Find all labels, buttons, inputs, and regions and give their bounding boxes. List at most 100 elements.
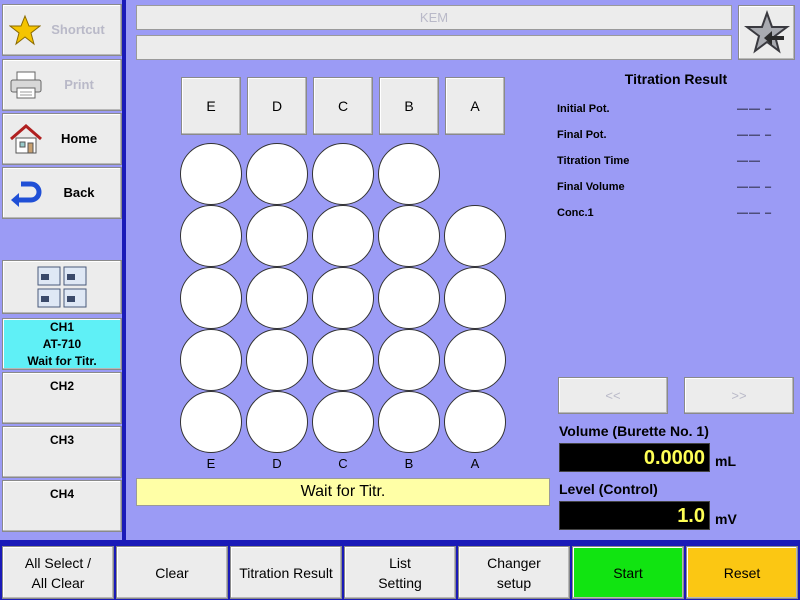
favorite-button[interactable] — [738, 5, 795, 60]
vial-a-2[interactable] — [444, 205, 506, 267]
volume-label: Volume (Burette No. 1) — [559, 423, 709, 439]
result-label: Titration Time — [557, 155, 630, 167]
vial-b-4[interactable] — [378, 329, 440, 391]
print-label: Print — [64, 77, 94, 92]
previous-page-button[interactable]: << — [558, 377, 668, 414]
back-arrow-icon — [11, 181, 42, 207]
list-setting-label-1: List — [389, 554, 411, 571]
shortcut-button[interactable]: Shortcut — [2, 4, 122, 56]
vial-d-5[interactable] — [246, 391, 308, 453]
column-a-label: A — [470, 98, 480, 114]
all-select-label: All Select / — [24, 554, 92, 571]
all-clear-label: All Clear — [31, 574, 85, 591]
column-a-footer-label: A — [470, 456, 480, 471]
column-b-footer-label: B — [404, 456, 414, 471]
vial-e-2[interactable] — [180, 205, 242, 267]
back-label: Back — [63, 185, 95, 200]
volume-unit: mL — [715, 453, 736, 469]
start-button[interactable]: Start — [572, 546, 684, 599]
changer-setup-label-2: setup — [496, 574, 532, 591]
result-row-final-volume: Final Volume —— – — [557, 181, 777, 195]
vial-e-5[interactable] — [180, 391, 242, 453]
vial-c-3[interactable] — [312, 267, 374, 329]
column-a-button[interactable]: A — [445, 77, 505, 135]
column-b-button[interactable]: B — [379, 77, 439, 135]
column-e-label: E — [206, 98, 216, 114]
star-icon — [9, 14, 41, 46]
vial-c-2[interactable] — [312, 205, 374, 267]
channel-4-name: CH4 — [49, 487, 74, 501]
result-row-initial-pot: Initial Pot. —— – — [557, 103, 777, 117]
column-e-button[interactable]: E — [181, 77, 241, 135]
channel-3-button[interactable]: CH3 — [2, 426, 122, 478]
vial-e-3[interactable] — [180, 267, 242, 329]
channel-1-button[interactable]: CH1 AT-710 Wait for Titr. — [2, 318, 122, 370]
reset-button[interactable]: Reset — [686, 546, 798, 599]
vial-d-1[interactable] — [246, 143, 308, 205]
changer-setup-button[interactable]: Changer setup — [458, 546, 570, 599]
vial-d-2[interactable] — [246, 205, 308, 267]
back-button[interactable]: Back — [2, 167, 122, 219]
level-readout: 1.0 — [559, 501, 710, 530]
result-row-titration-time: Titration Time —— — [557, 155, 777, 169]
column-b-label: B — [404, 98, 414, 114]
column-c-button[interactable]: C — [313, 77, 373, 135]
next-page-button[interactable]: >> — [684, 377, 794, 414]
level-label: Level (Control) — [559, 481, 658, 497]
level-unit: mV — [715, 511, 737, 527]
vial-d-4[interactable] — [246, 329, 308, 391]
channel-view-button[interactable] — [2, 260, 122, 314]
channel-1-model: AT-710 — [42, 336, 82, 351]
channel-1-status: Wait for Titr. — [27, 353, 97, 368]
star-arrow-icon — [743, 9, 790, 54]
volume-readout: 0.0000 — [559, 443, 710, 472]
vial-e-1[interactable] — [180, 143, 242, 205]
vial-c-4[interactable] — [312, 329, 374, 391]
home-button[interactable]: Home — [2, 113, 122, 165]
shortcut-label: Shortcut — [51, 22, 105, 37]
result-value: —— – — [737, 207, 773, 219]
channel-3-name: CH3 — [49, 433, 74, 447]
vial-a-3[interactable] — [444, 267, 506, 329]
subtitle-bar — [136, 35, 732, 60]
list-setting-label-2: Setting — [378, 574, 422, 591]
status-bar: Wait for Titr. — [136, 478, 550, 506]
printer-icon — [10, 71, 42, 99]
channel-2-button[interactable]: CH2 — [2, 372, 122, 424]
clear-button[interactable]: Clear — [116, 546, 228, 599]
result-row-conc-1: Conc.1 —— – — [557, 207, 777, 221]
four-channel-icon — [37, 266, 87, 308]
channel-2-name: CH2 — [49, 379, 74, 393]
titration-result-button[interactable]: Titration Result — [230, 546, 342, 599]
result-label: Initial Pot. — [557, 103, 610, 115]
changer-setup-label-1: Changer — [487, 554, 541, 571]
result-label: Conc.1 — [557, 207, 594, 219]
column-e-footer-label: E — [206, 456, 216, 471]
house-icon — [10, 124, 42, 154]
all-select-button[interactable]: All Select / All Clear — [2, 546, 114, 599]
vial-b-3[interactable] — [378, 267, 440, 329]
title-bar: KEM — [136, 5, 732, 30]
vial-d-3[interactable] — [246, 267, 308, 329]
column-d-button[interactable]: D — [247, 77, 307, 135]
print-button[interactable]: Print — [2, 59, 122, 111]
home-label: Home — [60, 131, 98, 146]
result-value: —— – — [737, 181, 773, 193]
list-setting-button[interactable]: List Setting — [344, 546, 456, 599]
channel-4-button[interactable]: CH4 — [2, 480, 122, 532]
result-value: —— – — [737, 129, 773, 141]
result-value: —— — [737, 155, 761, 167]
vial-a-5[interactable] — [444, 391, 506, 453]
vial-e-4[interactable] — [180, 329, 242, 391]
vial-b-2[interactable] — [378, 205, 440, 267]
vial-c-5[interactable] — [312, 391, 374, 453]
column-c-label: C — [337, 98, 349, 114]
vial-c-1[interactable] — [312, 143, 374, 205]
result-value: —— – — [737, 103, 773, 115]
result-row-final-pot: Final Pot. —— – — [557, 129, 777, 143]
vial-a-4[interactable] — [444, 329, 506, 391]
result-title: Titration Result — [624, 71, 728, 87]
channel-1-name: CH1 — [49, 319, 74, 334]
vial-b-1[interactable] — [378, 143, 440, 205]
vial-b-5[interactable] — [378, 391, 440, 453]
